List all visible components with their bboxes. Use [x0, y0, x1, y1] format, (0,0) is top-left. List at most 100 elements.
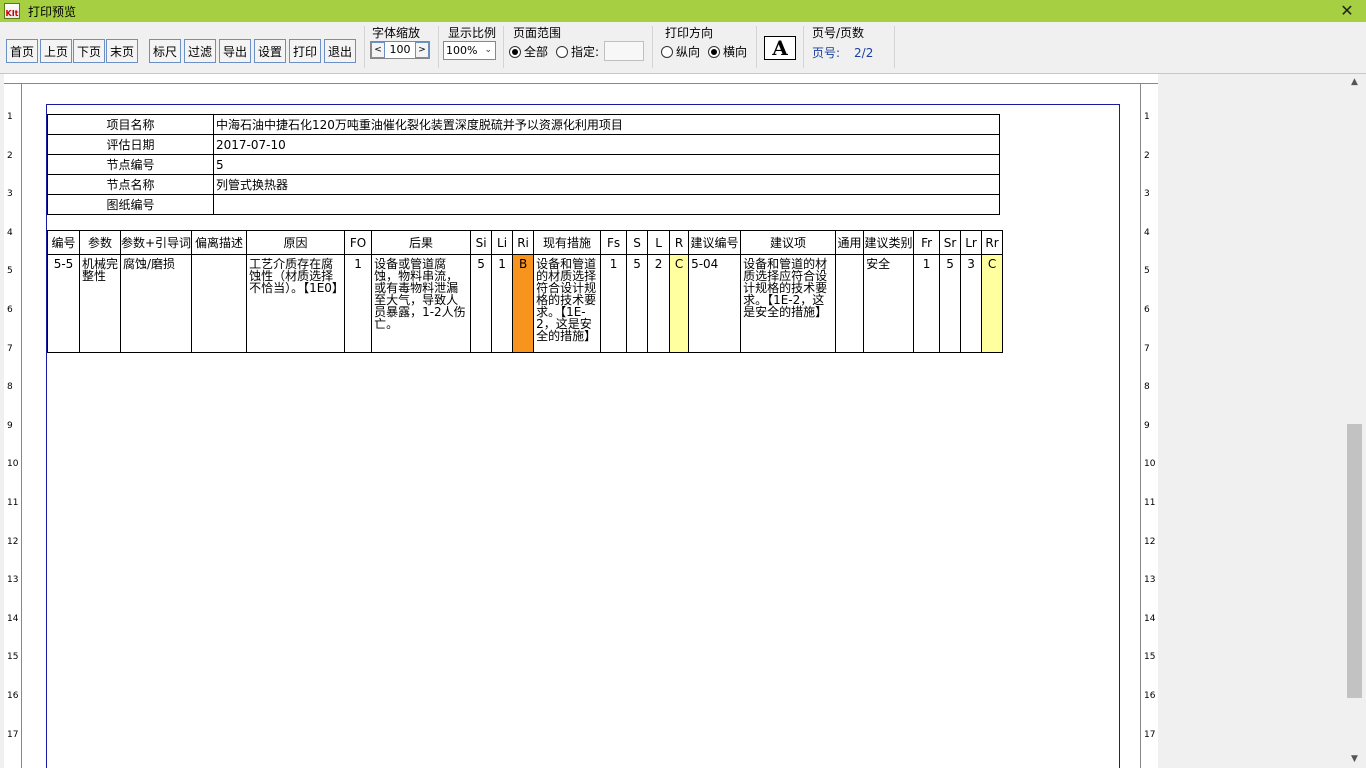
- ruler-number: 4: [1144, 227, 1150, 238]
- close-button[interactable]: ✕: [1338, 1, 1356, 21]
- chevron-down-icon: ⌄: [484, 45, 492, 55]
- zoom-label: 显示比例: [448, 26, 497, 40]
- toolbar-separator: [438, 26, 439, 68]
- export-button[interactable]: 导出: [219, 39, 251, 63]
- cell-fr: 1: [913, 254, 941, 353]
- page-range-all-radio[interactable]: 全部: [509, 43, 548, 60]
- cell-l: 2: [647, 254, 671, 353]
- info-value: 2017-07-10: [213, 134, 1000, 155]
- cell-sr: 5: [939, 254, 962, 353]
- window-title: 打印预览: [28, 4, 77, 19]
- font-icon[interactable]: A: [764, 36, 796, 60]
- print-preview-area[interactable]: 123456789101112131415161718 项目名称中海石油中捷石化…: [0, 74, 1366, 768]
- ruler-number: 15: [7, 652, 19, 663]
- settings-button[interactable]: 设置: [254, 39, 286, 63]
- toolbar-separator: [652, 26, 653, 68]
- info-key: 项目名称: [47, 114, 214, 135]
- font-scale-label: 字体缩放: [372, 26, 421, 40]
- info-value: 中海石油中捷石化120万吨重油催化裂化装置深度脱硫并予以资源化利用项目: [213, 114, 1000, 135]
- ruler-number: 9: [1144, 420, 1150, 431]
- cell-deviation: [191, 254, 248, 353]
- zoom-select[interactable]: 100% ⌄: [443, 41, 496, 60]
- font-scale-value[interactable]: 100: [385, 42, 415, 58]
- page-range-input[interactable]: [604, 41, 644, 61]
- page-range-all-label: 全部: [524, 45, 549, 59]
- ruler-number: 9: [7, 420, 13, 431]
- cell-param: 机械完整性: [79, 254, 121, 353]
- page-range-label: 页面范围: [513, 26, 562, 40]
- ruler-number: 10: [1144, 459, 1156, 470]
- toolbar-separator: [364, 26, 365, 68]
- ruler-number: 14: [1144, 613, 1156, 624]
- ruler-number: 1: [1144, 112, 1150, 122]
- preview-page: 项目名称 中海石油中捷石化120万吨重油催化裂化装置深度脱硫并予以资源化利用项目评…: [22, 84, 1140, 768]
- cell-si: 5: [470, 254, 493, 353]
- ruler-number: 7: [1144, 343, 1150, 354]
- column-header: 偏离描述: [191, 230, 248, 255]
- column-header: Fs: [600, 230, 628, 255]
- scroll-up-icon[interactable]: ▲: [1346, 74, 1363, 91]
- top-ruler: [4, 74, 1158, 84]
- ruler-number: 4: [7, 227, 13, 238]
- filter-button[interactable]: 过滤: [184, 39, 216, 63]
- info-key: 节点名称: [47, 174, 214, 195]
- info-value: 列管式换热器: [213, 174, 1000, 195]
- prev-page-button[interactable]: 上页: [40, 39, 72, 63]
- info-key: 评估日期: [47, 134, 214, 155]
- ruler-number: 8: [7, 382, 13, 393]
- orientation-portrait-label: 纵向: [676, 45, 701, 59]
- orientation-landscape-label: 横向: [723, 45, 748, 59]
- last-page-button[interactable]: 末页: [106, 39, 138, 63]
- toolbar-separator: [503, 26, 504, 68]
- print-button[interactable]: 打印: [289, 39, 321, 63]
- vertical-scrollbar[interactable]: ▲ ▼: [1346, 74, 1363, 768]
- ruler-number: 5: [1144, 266, 1150, 277]
- font-scale-increase-button[interactable]: >: [415, 42, 429, 58]
- ruler-button[interactable]: 标尺: [149, 39, 181, 63]
- info-row: 评估日期 2017-07-10: [47, 134, 1000, 155]
- column-header: 现有措施: [533, 230, 602, 255]
- orientation-landscape-radio[interactable]: 横向: [708, 43, 747, 60]
- toolbar: 首页 上页 下页 末页 标尺 过滤 导出 设置 打印 退出 字体缩放 < 100…: [0, 22, 1366, 74]
- column-header: 后果: [371, 230, 472, 255]
- column-header: Si: [470, 230, 493, 255]
- info-row: 节点编号 5: [47, 154, 1000, 175]
- first-page-button[interactable]: 首页: [6, 39, 38, 63]
- project-info-table: 项目名称 中海石油中捷石化120万吨重油催化裂化装置深度脱硫并予以资源化利用项目评…: [47, 114, 1000, 215]
- next-page-button[interactable]: 下页: [73, 39, 105, 63]
- ruler-number: 10: [7, 459, 19, 470]
- orientation-portrait-radio[interactable]: 纵向: [661, 43, 700, 60]
- ruler-number: 6: [7, 305, 13, 315]
- scrollbar-thumb[interactable]: [1347, 424, 1362, 698]
- column-header: Li: [491, 230, 514, 255]
- font-scale-stepper[interactable]: < 100 >: [370, 41, 430, 59]
- ruler-number: 17: [7, 729, 19, 740]
- exit-button[interactable]: 退出: [324, 39, 356, 63]
- scroll-down-icon[interactable]: ▼: [1346, 751, 1363, 768]
- left-ruler: 123456789101112131415161718: [4, 84, 22, 768]
- column-header: R: [669, 230, 690, 255]
- info-key: 图纸编号: [47, 194, 214, 215]
- page-range-specify-radio[interactable]: 指定:: [556, 43, 599, 60]
- right-ruler: 123456789101112131415161718: [1140, 84, 1158, 768]
- column-header: L: [647, 230, 671, 255]
- cell-li: 1: [491, 254, 514, 353]
- ruler-number: 14: [7, 613, 19, 624]
- ruler-number: 2: [7, 150, 13, 161]
- page-number-label: 页号:: [812, 46, 841, 60]
- column-header: S: [626, 230, 649, 255]
- zoom-value: 100%: [446, 44, 478, 57]
- cell-id: 5-5: [47, 254, 80, 353]
- info-value: [213, 194, 1000, 215]
- ruler-number: 12: [1144, 536, 1156, 547]
- ruler-number: 1: [7, 112, 13, 122]
- font-scale-decrease-button[interactable]: <: [371, 42, 385, 58]
- cell-consequence: 设备或管道腐蚀，物料串流，或有毒物料泄漏至大气，导致人员暴露，1-2人伤亡。: [371, 254, 472, 353]
- cell-ri: B: [512, 254, 535, 353]
- info-row: 项目名称 中海石油中捷石化120万吨重油催化裂化装置深度脱硫并予以资源化利用项目: [47, 114, 1000, 135]
- ruler-number: 5: [7, 266, 13, 277]
- cell-rr: C: [981, 254, 1004, 353]
- cell-rec: 设备和管道的材质选择应符合设计规格的技术要求。【1E-2，这是安全的措施】: [740, 254, 837, 353]
- column-header: 建议编号: [688, 230, 742, 255]
- column-header: 通用: [835, 230, 865, 255]
